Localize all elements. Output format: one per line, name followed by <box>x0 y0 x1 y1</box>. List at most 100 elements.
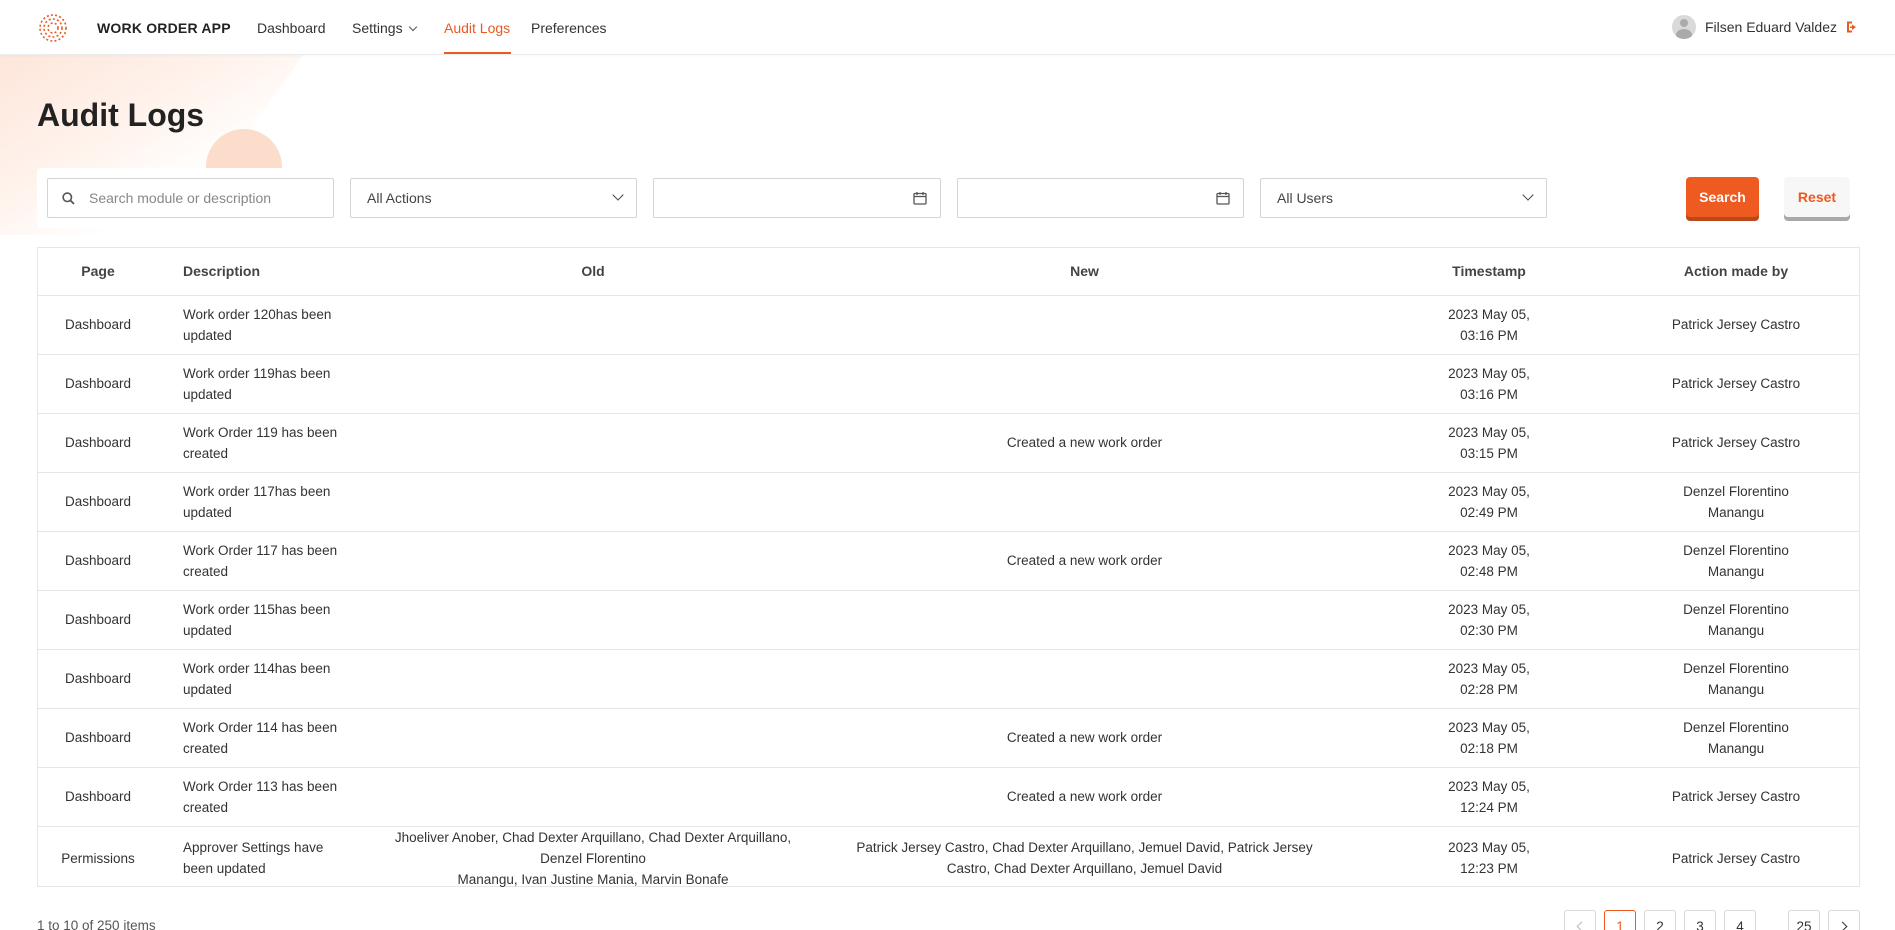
description-line: Work Order 117 has been <box>183 542 338 558</box>
brand-name[interactable]: WORK ORDER APP <box>97 20 231 36</box>
cell-description: Work Order 114 has been created <box>158 708 382 768</box>
page-button-3[interactable]: 3 <box>1684 910 1716 930</box>
chevron-down-icon <box>408 22 417 32</box>
table-row[interactable]: Dashboard Work order 117has been updated 20… <box>38 472 1859 532</box>
action-by-line: Manangu <box>1707 504 1765 520</box>
timestamp-line: 2023 May 05, <box>1448 840 1530 855</box>
calendar-icon[interactable] <box>1216 191 1230 205</box>
cell-timestamp: 2023 May 05, 12:23 PM <box>1365 826 1613 890</box>
nav-preferences[interactable]: Preferences <box>531 20 606 36</box>
table-row[interactable]: Dashboard Work order 114has been updated 20… <box>38 649 1859 709</box>
table-header-row: Page Description Old New Timestamp Actio… <box>38 248 1859 296</box>
timestamp-line: 03:16 PM <box>1460 386 1518 402</box>
cell-description: Work order 114has been updated <box>158 649 382 709</box>
cell-timestamp: 2023 May 05, 03:16 PM <box>1365 354 1613 414</box>
description-line: Approver Settings have <box>183 840 324 855</box>
column-header-description[interactable]: Description <box>158 248 382 296</box>
search-button[interactable]: Search <box>1686 177 1759 217</box>
cell-old <box>382 767 804 827</box>
users-select-value: All Users <box>1277 190 1334 206</box>
description-line: updated <box>183 504 232 520</box>
action-by-line: Manangu <box>1707 563 1765 579</box>
cell-action-by: Denzel Florentino Manangu <box>1613 649 1859 709</box>
search-input[interactable] <box>89 190 309 206</box>
top-navbar: WORK ORDER APP Dashboard Settings Audit … <box>0 0 1895 55</box>
cell-action-by: Patrick Jersey Castro <box>1613 767 1859 827</box>
description-line: updated <box>183 386 232 402</box>
new-line: Created a new work order <box>1006 789 1163 804</box>
action-by-line: Denzel Florentino <box>1683 601 1789 617</box>
cell-action-by: Denzel Florentino Manangu <box>1613 472 1859 532</box>
search-field[interactable] <box>47 178 334 218</box>
chevron-right-icon <box>1837 921 1848 930</box>
action-by-line: Manangu <box>1707 622 1765 638</box>
actions-select[interactable]: All Actions <box>350 178 637 218</box>
cell-action-by: Patrick Jersey Castro <box>1613 826 1859 890</box>
column-header-old[interactable]: Old <box>382 248 804 296</box>
cell-old <box>382 295 804 355</box>
users-select[interactable]: All Users <box>1260 178 1547 218</box>
timestamp-line: 2023 May 05, <box>1448 424 1530 440</box>
column-header-page[interactable]: Page <box>38 248 158 296</box>
description-line: Work order 120has been <box>183 306 332 322</box>
page-button-4[interactable]: 4 <box>1724 910 1756 930</box>
action-by-line: Patrick Jersey Castro <box>1671 850 1801 866</box>
nav-audit-logs[interactable]: Audit Logs <box>444 20 510 36</box>
user-menu[interactable]: Filsen Eduard Valdez <box>1671 15 1859 39</box>
start-date-field[interactable] <box>653 178 941 218</box>
next-page-button[interactable] <box>1828 910 1860 930</box>
table-row[interactable]: Permissions Approver Settings have been up… <box>38 826 1859 890</box>
page-button-2[interactable]: 2 <box>1644 910 1676 930</box>
timestamp-line: 02:49 PM <box>1460 504 1518 520</box>
table-row[interactable]: Dashboard Work order 120has been updated 20… <box>38 295 1859 355</box>
end-date-field[interactable] <box>957 178 1244 218</box>
description-line: Work Order 119 has been <box>183 424 338 440</box>
page-button-1[interactable]: 1 <box>1604 910 1636 930</box>
cell-description: Work order 117has been updated <box>158 472 382 532</box>
description-line: created <box>183 563 229 579</box>
cell-page: Dashboard <box>38 767 158 827</box>
timestamp-line: 02:30 PM <box>1460 622 1518 638</box>
avatar[interactable] <box>1671 15 1696 39</box>
description-line: Work Order 113 has been <box>183 778 338 794</box>
nav-dashboard[interactable]: Dashboard <box>257 20 326 36</box>
cell-timestamp: 2023 May 05, 02:28 PM <box>1365 649 1613 709</box>
logo-icon[interactable] <box>38 13 68 43</box>
cell-timestamp: 2023 May 05, 02:48 PM <box>1365 531 1613 591</box>
table-row[interactable]: Dashboard Work Order 117 has been created C… <box>38 531 1859 591</box>
table-row[interactable]: Dashboard Work order 119has been updated 20… <box>38 354 1859 414</box>
prev-page-button[interactable] <box>1564 910 1596 930</box>
description-line: updated <box>183 327 232 343</box>
chevron-down-icon <box>1522 189 1534 201</box>
table-row[interactable]: Dashboard Work Order 119 has been created C… <box>38 413 1859 473</box>
page-button-last[interactable]: 25 <box>1788 910 1820 930</box>
description-line: Work order 117has been <box>183 483 331 499</box>
table-row[interactable]: Dashboard Work Order 114 has been created C… <box>38 708 1859 768</box>
description-line: been updated <box>183 861 266 876</box>
action-by-line: Denzel Florentino <box>1683 719 1789 735</box>
user-name[interactable]: Filsen Eduard Valdez <box>1705 19 1837 35</box>
actions-select-value: All Actions <box>367 190 432 206</box>
timestamp-line: 03:16 PM <box>1460 327 1518 343</box>
table-row[interactable]: Dashboard Work Order 113 has been created C… <box>38 767 1859 827</box>
cell-old <box>382 354 804 414</box>
column-header-timestamp[interactable]: Timestamp <box>1365 248 1613 296</box>
cell-page: Dashboard <box>38 649 158 709</box>
logout-icon[interactable] <box>1845 20 1859 34</box>
cell-new <box>804 295 1365 355</box>
cell-action-by: Denzel Florentino Manangu <box>1613 708 1859 768</box>
timestamp-line: 2023 May 05, <box>1448 542 1530 558</box>
nav-settings-label: Settings <box>352 20 403 36</box>
table-row[interactable]: Dashboard Work order 115has been updated 20… <box>38 590 1859 650</box>
timestamp-line: 2023 May 05, <box>1448 778 1530 794</box>
filter-bar: All Actions All Users Search Reset <box>37 168 1860 228</box>
column-header-action-by[interactable]: Action made by <box>1613 248 1859 296</box>
description-line: updated <box>183 681 232 697</box>
nav-settings[interactable]: Settings <box>352 20 417 36</box>
calendar-icon[interactable] <box>913 191 927 205</box>
reset-button[interactable]: Reset <box>1784 177 1850 217</box>
cell-timestamp: 2023 May 05, 03:15 PM <box>1365 413 1613 473</box>
column-header-new[interactable]: New <box>804 248 1365 296</box>
action-by-line: Patrick Jersey Castro <box>1671 376 1801 391</box>
search-icon <box>62 191 75 205</box>
